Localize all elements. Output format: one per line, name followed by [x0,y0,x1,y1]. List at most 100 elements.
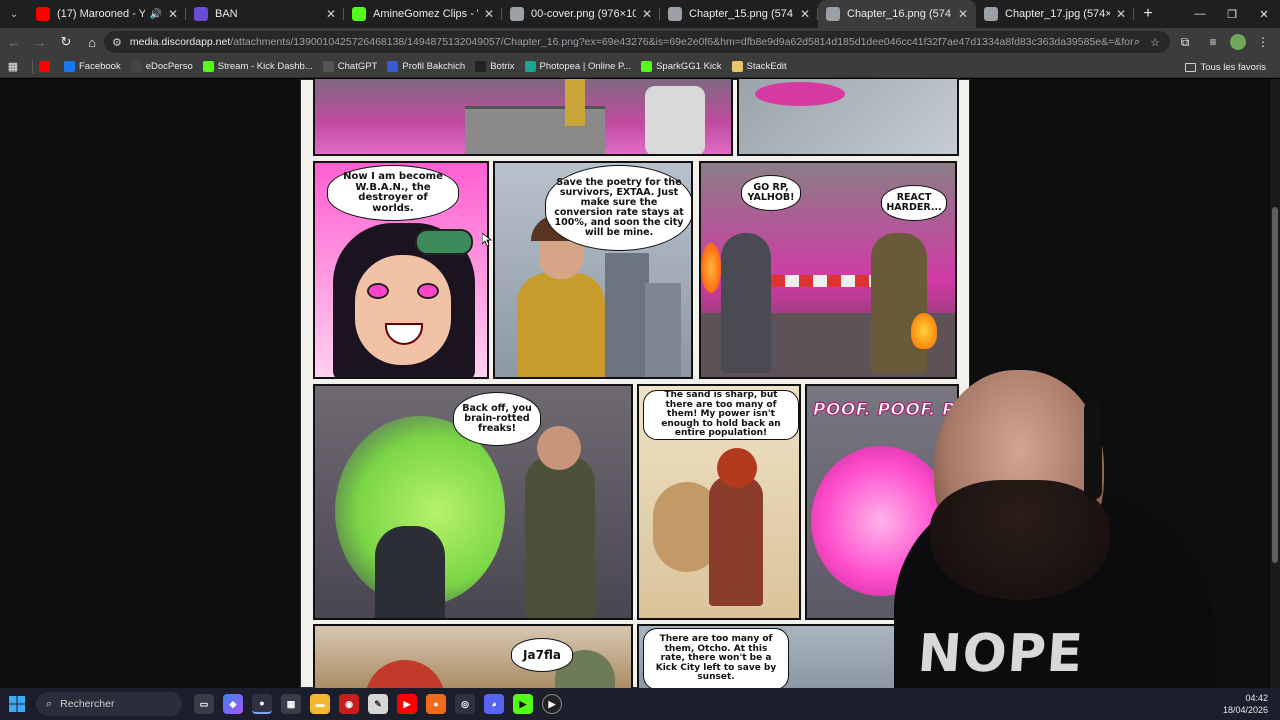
media-controls-icon[interactable]: ≡ [1202,31,1224,53]
bookmark-label: Stream - Kick Dashb... [217,61,313,72]
red-hair [717,448,757,488]
back-button[interactable]: ← [2,30,26,54]
all-bookmarks-button[interactable]: Tous les favoris [1184,56,1266,78]
discord-icon[interactable]: ◕ [484,694,504,714]
bookmarks-bar: ▦ Facebook eDocPerso Stream - Kick Dashb..… [0,56,1280,78]
close-tab-icon[interactable]: ✕ [1116,7,1126,21]
chrome-icon[interactable]: ● [252,694,272,714]
taskbar-search[interactable]: ⌕ Rechercher [36,692,182,716]
home-button[interactable]: ⌂ [80,30,104,54]
kick-icon [352,7,366,21]
bookmark-item[interactable]: Photopea | Online P... [524,61,631,72]
skyscraper [645,283,681,377]
youtube-icon [36,7,50,21]
speech-bubble-go-rp: GO RP, YALHOB! [741,175,801,211]
kick-icon [202,61,214,72]
speech-bubble-react: REACT HARDER... [881,185,947,221]
browser-tab[interactable]: Chapter_16.png (574×856) ✕ [818,0,976,28]
browser-tab[interactable]: Chapter_15.png (574×856) ✕ [660,0,818,28]
extensions-icon[interactable]: ⧉ [1174,31,1196,53]
calculator-icon[interactable]: ▦ [281,694,301,714]
close-tab-icon[interactable]: ✕ [642,7,652,21]
speaker-icon[interactable]: 🔊 [149,9,161,20]
bookmark-item[interactable]: StackEdit [731,61,787,72]
browser-tab[interactable]: Chapter_17.jpg (574×856) ✕ [976,0,1134,28]
bookmark-label: ChatGPT [337,61,378,72]
bookmark-item[interactable] [39,61,54,72]
speech-bubble-ja7fla: Ja7fla [511,638,573,672]
bookmark-item[interactable]: ChatGPT [322,61,378,72]
character-coat [645,86,705,154]
headset [1084,400,1102,500]
glowing-eye-right [417,283,439,299]
copilot-icon[interactable]: ◆ [223,694,243,714]
speech-bubble-back-off: Back off, you brain-rotted freaks! [453,392,541,446]
bookmark-item[interactable]: Facebook [64,61,121,72]
zombie-figure [375,526,445,618]
bookmark-item[interactable]: Profil Bakchich [387,61,465,72]
close-tab-icon[interactable]: ✕ [958,7,968,21]
globe-icon [510,7,524,21]
window-controls: — ❐ ✕ [1184,0,1280,28]
kick-app-icon[interactable]: ▶ [513,694,533,714]
close-tab-icon[interactable]: ✕ [800,7,810,21]
task-view-icon[interactable]: ▭ [194,694,214,714]
address-bar[interactable]: ⚙ media.discordapp.net/attachments/13900… [104,31,1170,53]
page-scrollbar[interactable] [1270,79,1280,688]
youtube-icon[interactable]: ▶ [397,694,417,714]
tab-search-button[interactable]: ⌄ [0,0,28,28]
bookmark-item[interactable]: Stream - Kick Dashb... [202,61,313,72]
bookmark-item[interactable]: eDocPerso [130,61,193,72]
tab-separator [1133,8,1134,20]
restore-button[interactable]: ❐ [1216,0,1248,28]
bookmark-label: Profil Bakchich [402,61,466,72]
globe-icon [668,7,682,21]
gold-jacket [517,273,605,377]
notepad-icon[interactable]: ✎ [368,694,388,714]
globe-icon [984,7,998,21]
close-tab-icon[interactable]: ✕ [326,7,336,21]
chrome-dev-icon[interactable]: ◎ [455,694,475,714]
arrow-right-icon: → [33,34,47,50]
system-clock[interactable]: 04:42 18/04/2026 [1223,692,1268,716]
red-app-icon[interactable]: ◉ [339,694,359,714]
tab-title: Chapter_17.jpg (574×856) [1005,8,1110,20]
close-window-button[interactable]: ✕ [1248,0,1280,28]
edocperso-icon [130,61,142,72]
shirt-print: NOPE [915,624,1086,684]
apps-grid-icon[interactable]: ▦ [0,60,26,73]
orange-app-icon[interactable]: ● [426,694,446,714]
home-icon: ⌂ [88,34,96,50]
url-text[interactable]: media.discordapp.net/attachments/1390010… [130,36,1134,48]
youtube-icon [39,61,50,72]
scrollbar-thumb[interactable] [1272,207,1278,563]
browser-tab[interactable]: AmineGomez Clips - Watch Liv ✕ [344,0,502,28]
tab-title: BAN [215,8,238,20]
new-tab-button[interactable]: + [1134,0,1162,28]
browser-tab[interactable]: BAN ✕ [186,0,344,28]
browser-tab[interactable]: (17) Marooned - YouTube🔊 ✕ [28,0,186,28]
star-icon[interactable]: ☆ [1150,36,1160,49]
botrix-icon [475,61,487,72]
reload-button[interactable]: ↻ [54,30,78,54]
forward-button[interactable]: → [28,30,52,54]
browser-tab[interactable]: 00-cover.png (976×1091) ✕ [502,0,660,28]
media-player-icon[interactable]: ▶ [542,694,562,714]
bookmark-item[interactable]: SparkGG1 Kick [641,61,722,72]
panel-top-left [313,79,733,156]
minimize-button[interactable]: — [1184,0,1216,28]
file-explorer-icon[interactable]: ▬ [310,694,330,714]
close-tab-icon[interactable]: ✕ [168,7,178,21]
profile-avatar[interactable] [1230,34,1246,50]
folder-icon [1184,62,1196,72]
soldier-figure [525,456,595,618]
bookmark-label: Botrix [490,61,515,72]
zoom-icon[interactable]: ⌕ [1134,36,1140,49]
bakchich-icon [387,61,399,72]
close-tab-icon[interactable]: ✕ [484,7,494,21]
menu-icon[interactable]: ⋮ [1252,31,1274,53]
bookmark-item[interactable]: Botrix [475,61,515,72]
mouse-cursor-icon [482,233,492,247]
site-info-icon[interactable]: ⚙ [112,36,122,49]
start-button[interactable] [0,688,34,720]
